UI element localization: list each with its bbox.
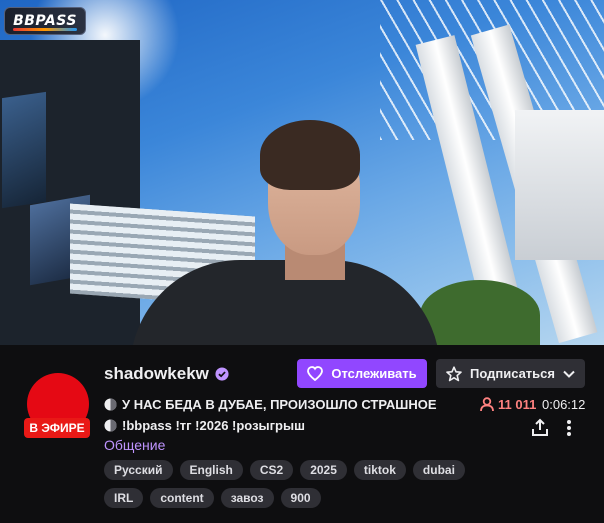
logo-stripe: [13, 28, 77, 31]
tag[interactable]: CS2: [249, 460, 294, 480]
tag-list: Русский English CS2 2025 tiktok dubai IR…: [104, 460, 484, 508]
tag[interactable]: English: [179, 460, 243, 480]
tag[interactable]: Русский: [104, 460, 173, 480]
more-icon[interactable]: [562, 418, 576, 438]
tag[interactable]: dubai: [412, 460, 465, 480]
billboard-screen: [2, 91, 46, 209]
bbpass-logo: BBPASS: [4, 7, 86, 35]
stream-title-text-2: !bbpass !тг !2026 !розыгрыш: [122, 418, 305, 433]
follow-button[interactable]: Отслеживать: [297, 359, 427, 388]
star-icon: [446, 365, 462, 381]
channel-name-row: shadowkekw: [104, 364, 229, 384]
streamer-hair: [260, 120, 360, 190]
stream-info-panel: В ЭФИРЕ shadowkekw Отслеживать Подписать…: [0, 345, 604, 523]
video-player[interactable]: BBPASS: [0, 0, 604, 345]
channel-name[interactable]: shadowkekw: [104, 364, 209, 384]
ferris-wheel-cabin: [515, 110, 604, 260]
tag[interactable]: content: [150, 488, 214, 508]
disc-icon: [104, 398, 117, 411]
streamer-figure: [120, 110, 450, 345]
chevron-down-icon: [563, 370, 575, 378]
follow-button-label: Отслеживать: [331, 366, 417, 381]
person-icon: [480, 397, 494, 412]
viewer-count: 11 011: [480, 397, 536, 412]
bbpass-logo-text: BBPASS: [13, 13, 77, 29]
tag[interactable]: 900: [280, 488, 321, 508]
viewer-count-value: 11 011: [498, 397, 537, 412]
stream-title-text-1: У НАС БЕДА В ДУБАЕ, ПРОИЗОШЛО СТРАШНОЕ: [122, 397, 437, 412]
stream-uptime: 0:06:12: [542, 397, 586, 412]
tag[interactable]: 2025: [300, 460, 347, 480]
tag[interactable]: IRL: [104, 488, 144, 508]
subscribe-button-label: Подписаться: [469, 366, 555, 381]
live-badge: В ЭФИРЕ: [24, 418, 90, 438]
stream-title-line-2: !bbpass !тг !2026 !розыгрыш: [104, 418, 305, 433]
tag[interactable]: tiktok: [353, 460, 406, 480]
heart-icon: [307, 366, 324, 381]
subscribe-button[interactable]: Подписаться: [436, 359, 585, 388]
share-icon[interactable]: [530, 418, 550, 438]
category-link[interactable]: Общение: [104, 437, 165, 453]
tag[interactable]: завоз: [220, 488, 274, 508]
verified-icon: [215, 367, 229, 381]
stream-title-line-1: У НАС БЕДА В ДУБАЕ, ПРОИЗОШЛО СТРАШНОЕ: [104, 397, 437, 412]
disc-icon: [104, 419, 117, 432]
